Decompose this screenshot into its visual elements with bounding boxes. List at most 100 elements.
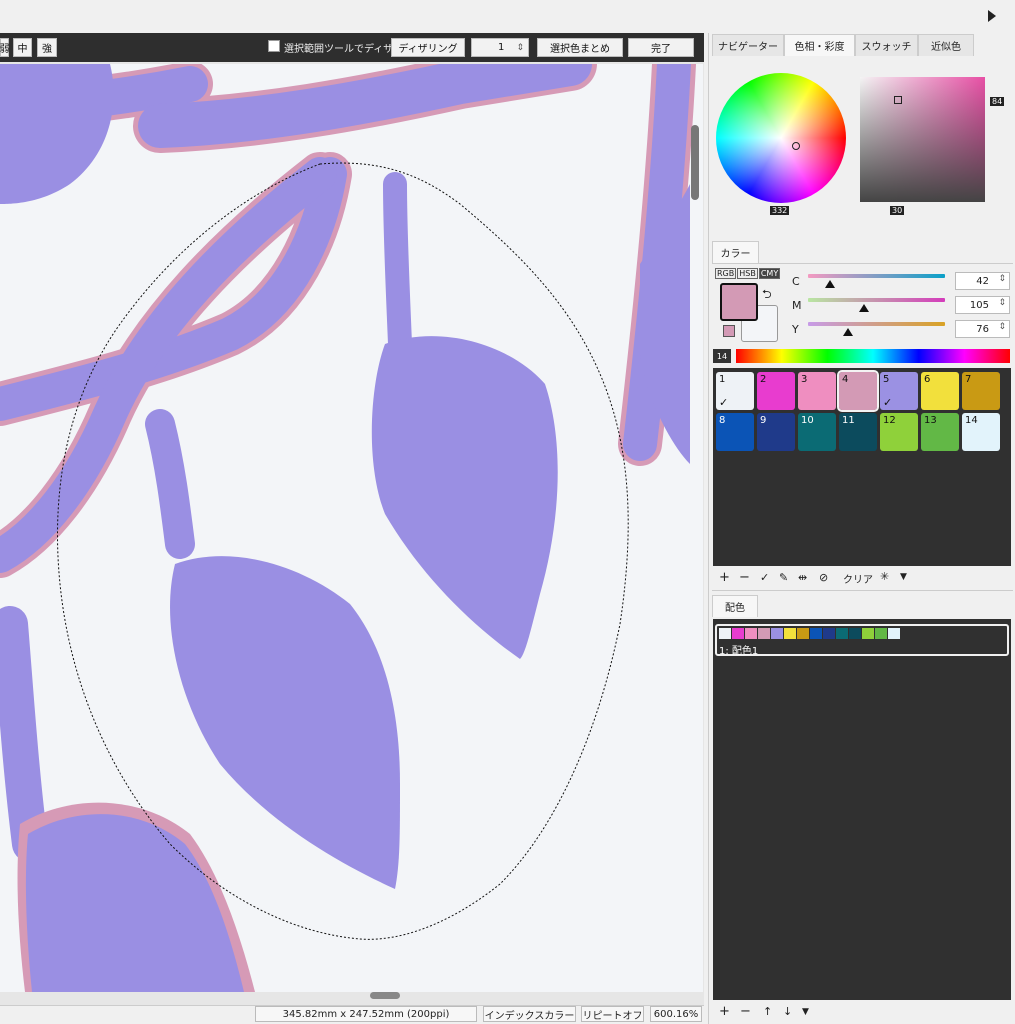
channel-c-input[interactable]: 42 ⇕: [955, 272, 1010, 290]
scheme-swatch-10: [836, 628, 848, 639]
done-button[interactable]: 完了: [628, 38, 694, 57]
scheme-menu-chevron-down-icon[interactable]: ▼: [802, 1007, 809, 1017]
tab-color-scheme[interactable]: 配色: [712, 595, 758, 617]
expand-arrow-icon[interactable]: [988, 10, 996, 22]
channel-c-slider[interactable]: [808, 274, 945, 278]
dithering-button[interactable]: ディザリング: [391, 38, 465, 57]
dither-amount-stepper[interactable]: 1 ⇕: [471, 38, 529, 57]
move-down-icon[interactable]: ↓: [783, 1005, 792, 1018]
palette-color-10[interactable]: 10: [798, 413, 836, 451]
strength-mid-button[interactable]: 中: [13, 38, 32, 57]
scheme-swatch-3: [745, 628, 757, 639]
drawing-canvas[interactable]: [0, 64, 703, 992]
stepper-updown-icon[interactable]: ⇕: [998, 274, 1006, 284]
scheme-list: [713, 619, 1011, 1000]
palette-color-number: 13: [924, 415, 937, 426]
palette-color-8[interactable]: 8: [716, 413, 754, 451]
transparent-color-icon[interactable]: [723, 325, 735, 337]
prohibit-icon[interactable]: ⊘: [819, 571, 828, 584]
palette-color-13[interactable]: 13: [921, 413, 959, 451]
swap-arrows-icon[interactable]: ⇹: [798, 571, 807, 584]
mode-rgb[interactable]: RGB: [715, 268, 737, 279]
hue-marker-icon[interactable]: [792, 142, 800, 150]
repeat-readout[interactable]: リピートオフ: [581, 1006, 644, 1022]
scheme-swatch-5: [771, 628, 783, 639]
vertical-scrollbar[interactable]: [691, 125, 699, 200]
palette-color-12[interactable]: 12: [880, 413, 918, 451]
add-scheme-icon[interactable]: +: [719, 1004, 730, 1019]
palette-color-5[interactable]: 5 ✓: [880, 372, 918, 410]
tab-swatch[interactable]: スウォッチ: [855, 34, 918, 56]
channel-y-value: 76: [976, 324, 989, 335]
channel-c-label: C: [792, 275, 800, 288]
sv-marker-icon[interactable]: [894, 96, 902, 104]
palette-color-number: 5: [883, 374, 890, 385]
clear-button[interactable]: クリア: [843, 571, 873, 586]
scheme-swatch-14: [888, 628, 900, 639]
color-mode-switch: RGB HSB CMY: [715, 268, 781, 279]
channel-y-thumb[interactable]: [843, 328, 853, 336]
stepper-updown-icon[interactable]: ⇕: [998, 298, 1006, 308]
channel-c-thumb[interactable]: [825, 280, 835, 288]
divider: [712, 263, 1013, 264]
channel-m-label: M: [792, 299, 802, 312]
strength-weak-button[interactable]: 弱: [0, 38, 10, 57]
palette-color-9[interactable]: 9: [757, 413, 795, 451]
palette-color-2[interactable]: 2: [757, 372, 795, 410]
zoom-readout[interactable]: 600.16%: [650, 1006, 702, 1022]
color-mode-readout[interactable]: インデックスカラー: [483, 1006, 576, 1022]
move-up-icon[interactable]: ↑: [763, 1005, 772, 1018]
palette-color-11[interactable]: 11: [839, 413, 877, 451]
used-check-icon: ✓: [719, 396, 729, 409]
hue-wheel[interactable]: [716, 73, 846, 203]
swap-colors-icon[interactable]: ⮌: [762, 285, 772, 306]
saturation-value-square[interactable]: [860, 77, 985, 202]
add-color-icon[interactable]: +: [719, 570, 730, 585]
spectrum-bar[interactable]: [736, 349, 1010, 363]
palette-color-number: 4: [842, 374, 849, 385]
mode-cmy[interactable]: CMY: [758, 268, 781, 279]
horizontal-scrollbar[interactable]: [370, 992, 400, 999]
channel-m-thumb[interactable]: [859, 304, 869, 312]
palette-index-label: 14: [713, 349, 731, 363]
remove-scheme-icon[interactable]: −: [740, 1004, 751, 1019]
palette-color-number: 6: [924, 374, 931, 385]
main-color-swatch[interactable]: [720, 283, 758, 321]
channel-m-input[interactable]: 105 ⇕: [955, 296, 1010, 314]
tab-similar-colors[interactable]: 近似色: [918, 34, 974, 56]
channel-m-slider[interactable]: [808, 298, 945, 302]
channel-y-slider[interactable]: [808, 322, 945, 326]
palette-color-number: 7: [965, 374, 972, 385]
merge-selected-colors-button[interactable]: 選択色まとめ: [537, 38, 623, 57]
palette-color-number: 9: [760, 415, 767, 426]
palette-color-4[interactable]: 4: [837, 370, 879, 412]
mode-hsb[interactable]: HSB: [737, 268, 758, 279]
channel-y-input[interactable]: 76 ⇕: [955, 320, 1010, 338]
dither-select-checkbox[interactable]: [268, 40, 280, 52]
tab-hue-saturation[interactable]: 色相・彩度: [784, 34, 855, 56]
palette-color-number: 11: [842, 415, 855, 426]
scheme-swatch-6: [784, 628, 796, 639]
palette-color-1[interactable]: 1 ✓: [716, 372, 754, 410]
palette-color-7[interactable]: 7: [962, 372, 1000, 410]
top-strip: [0, 0, 1015, 33]
pencil-icon[interactable]: ✎: [779, 571, 788, 584]
sparkle-icon[interactable]: ✳: [880, 570, 889, 583]
palette-color-3[interactable]: 3: [798, 372, 836, 410]
tab-navigator[interactable]: ナビゲーター: [712, 34, 784, 56]
stepper-updown-icon[interactable]: ⇕: [998, 322, 1006, 332]
strength-strong-button[interactable]: 強: [37, 38, 57, 57]
tab-color[interactable]: カラー: [712, 241, 759, 263]
scheme-swatch-9: [823, 628, 835, 639]
remove-color-icon[interactable]: −: [739, 570, 750, 585]
palette-color-6[interactable]: 6: [921, 372, 959, 410]
palette-menu-chevron-down-icon[interactable]: ▼: [900, 572, 907, 582]
palette-color-14[interactable]: 14: [962, 413, 1000, 451]
stepper-updown-icon[interactable]: ⇕: [516, 43, 524, 53]
channel-y-label: Y: [792, 323, 799, 336]
scheme-item[interactable]: 1: 配色1: [715, 624, 1009, 657]
palette-color-number: 2: [760, 374, 767, 385]
check-icon[interactable]: ✓: [760, 571, 769, 584]
sv-side-label: 84: [990, 97, 1005, 106]
channel-m-value: 105: [969, 300, 989, 311]
